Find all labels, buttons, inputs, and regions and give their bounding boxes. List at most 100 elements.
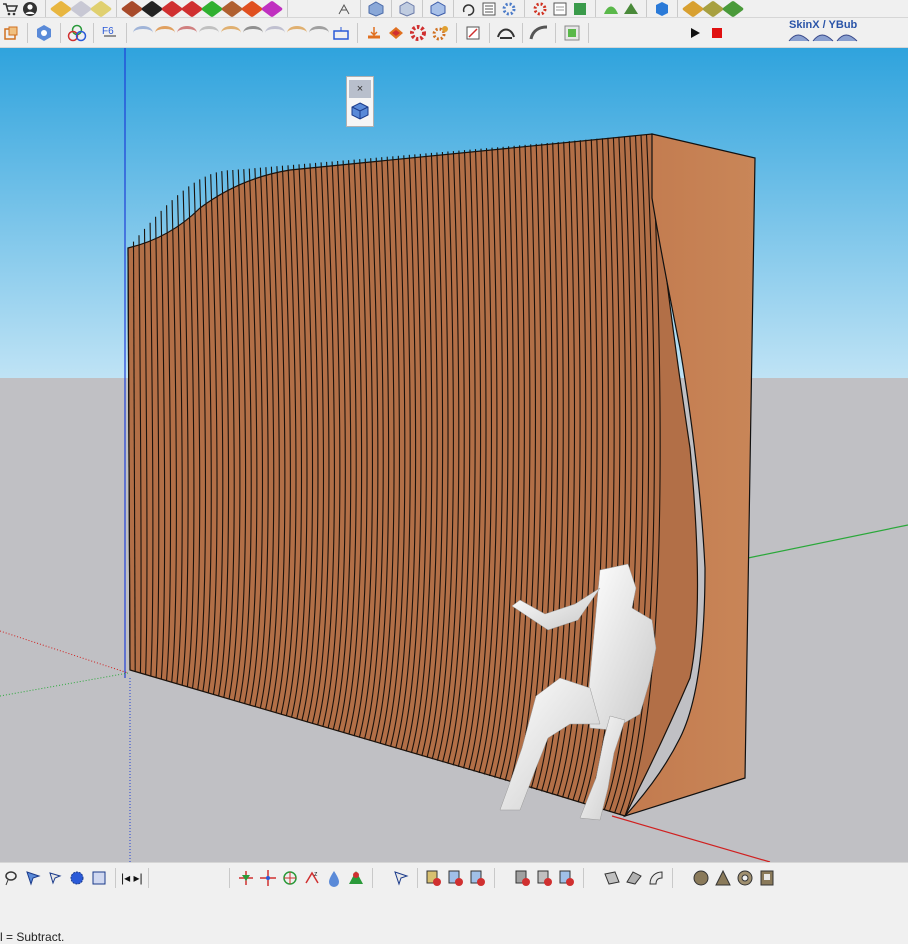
separator	[671, 867, 673, 888]
vertex-tools-icon[interactable]	[602, 868, 622, 888]
dimension-icon[interactable]: F6	[100, 23, 120, 43]
component-cube-icon[interactable]	[49, 0, 73, 17]
torus-icon[interactable]	[735, 868, 755, 888]
move-icon[interactable]	[258, 868, 278, 888]
separator	[357, 22, 358, 43]
solid-tools-icon[interactable]	[557, 868, 577, 888]
component-cube-icon[interactable]	[721, 0, 745, 17]
solid-tools-icon[interactable]	[367, 0, 385, 17]
cone-icon[interactable]	[713, 868, 733, 888]
separator	[60, 22, 61, 43]
sandbox-icon[interactable]	[346, 868, 366, 888]
navigation-arrows[interactable]: |◂ ▸|	[121, 871, 143, 885]
push-pull-icon[interactable]	[240, 0, 264, 17]
push-pull-icon[interactable]	[140, 0, 164, 17]
gear-icon[interactable]	[408, 23, 428, 43]
solid-tools-icon[interactable]	[429, 0, 447, 17]
vertex-tools-icon[interactable]	[529, 23, 549, 43]
svg-text:z: z	[314, 871, 318, 878]
component-cube-icon[interactable]	[69, 0, 93, 17]
separator	[422, 0, 423, 17]
record-icon[interactable]	[707, 23, 727, 43]
rotate-icon[interactable]	[280, 868, 300, 888]
separator	[453, 0, 454, 17]
push-pull-icon[interactable]	[120, 0, 144, 17]
push-pull-icon[interactable]	[260, 0, 284, 17]
separator	[371, 867, 373, 888]
curviloft-icon[interactable]	[221, 23, 241, 43]
vertex-tools-icon[interactable]	[496, 23, 516, 43]
solid-tools-icon[interactable]	[535, 868, 555, 888]
user-icon[interactable]	[21, 1, 39, 17]
solid-tools-icon[interactable]	[398, 0, 416, 17]
solid-tools-icon[interactable]	[468, 868, 488, 888]
separator	[93, 22, 94, 43]
push-pull-icon[interactable]	[180, 0, 204, 17]
vertex-tools-icon[interactable]	[646, 868, 666, 888]
curviloft-icon[interactable]	[133, 23, 153, 43]
push-pull-icon[interactable]	[220, 0, 244, 17]
fredo-scale-icon[interactable]	[1, 23, 21, 43]
push-pull-icon[interactable]	[386, 23, 406, 43]
curviloft-icon[interactable]	[155, 23, 175, 43]
component-cube-icon[interactable]	[351, 102, 369, 120]
skinx-label: SkinX / YBub	[789, 19, 858, 31]
skin-icon[interactable]	[309, 23, 329, 43]
model-viewport[interactable]	[0, 48, 908, 862]
sandbox-icon[interactable]	[602, 1, 620, 17]
skin-icon[interactable]	[243, 23, 263, 43]
solid-tools-icon[interactable]	[34, 23, 54, 43]
solid-tools-icon[interactable]	[446, 868, 466, 888]
rotate-icon[interactable]	[460, 1, 478, 17]
drop-icon[interactable]	[324, 868, 344, 888]
gear-icon[interactable]	[500, 1, 518, 17]
component-cube-icon[interactable]	[89, 0, 113, 17]
scale-icon[interactable]	[236, 868, 256, 888]
bottom-toolbar: |◂ ▸| z	[0, 862, 908, 892]
lasso-icon[interactable]	[1, 868, 21, 888]
rotate-icon[interactable]: z	[302, 868, 322, 888]
sphere-icon[interactable]	[691, 868, 711, 888]
solid-tools-icon[interactable]	[391, 868, 411, 888]
solid-tools-icon[interactable]	[513, 868, 533, 888]
close-button[interactable]: ×	[349, 80, 371, 98]
3d-scene[interactable]	[0, 48, 908, 862]
extrusion-icon[interactable]	[67, 23, 87, 43]
sketchy-icon[interactable]	[463, 23, 483, 43]
cart-icon[interactable]	[1, 1, 19, 17]
separator	[27, 22, 28, 43]
outliner-icon[interactable]	[480, 1, 498, 17]
curviloft-icon[interactable]	[199, 23, 219, 43]
component-cube-icon[interactable]	[701, 0, 725, 17]
select-icon[interactable]	[45, 868, 65, 888]
skin-icon[interactable]	[265, 23, 285, 43]
material-icon[interactable]	[571, 1, 589, 17]
profile-builder-icon[interactable]	[653, 1, 671, 17]
push-pull-icon[interactable]	[200, 0, 224, 17]
floating-toolbar[interactable]: ×	[346, 76, 374, 127]
cylinder-icon[interactable]	[757, 868, 777, 888]
skin-icon[interactable]	[287, 23, 307, 43]
vertex-tools-icon[interactable]	[624, 868, 644, 888]
separator	[115, 867, 116, 888]
status-text: l = Subtract.	[0, 930, 65, 944]
select-icon[interactable]	[89, 868, 109, 888]
play-icon[interactable]	[685, 23, 705, 43]
skinx-icons[interactable]	[787, 31, 863, 47]
gear-icon[interactable]	[430, 23, 450, 43]
curviloft-icon[interactable]	[177, 23, 197, 43]
star-select-icon[interactable]	[67, 868, 87, 888]
component-cube-icon[interactable]	[681, 0, 705, 17]
sketchy-icon[interactable]	[336, 1, 354, 17]
layer-icon[interactable]	[551, 1, 569, 17]
separator	[555, 22, 556, 43]
solid-tools-icon[interactable]	[424, 868, 444, 888]
separator	[147, 867, 149, 888]
push-pull-icon[interactable]	[160, 0, 184, 17]
select-icon[interactable]	[23, 868, 43, 888]
sandbox-icon[interactable]	[622, 1, 640, 17]
section-icon[interactable]	[331, 23, 351, 43]
gear-icon[interactable]	[531, 1, 549, 17]
push-pull-icon[interactable]	[364, 23, 384, 43]
material-icon[interactable]	[562, 23, 582, 43]
